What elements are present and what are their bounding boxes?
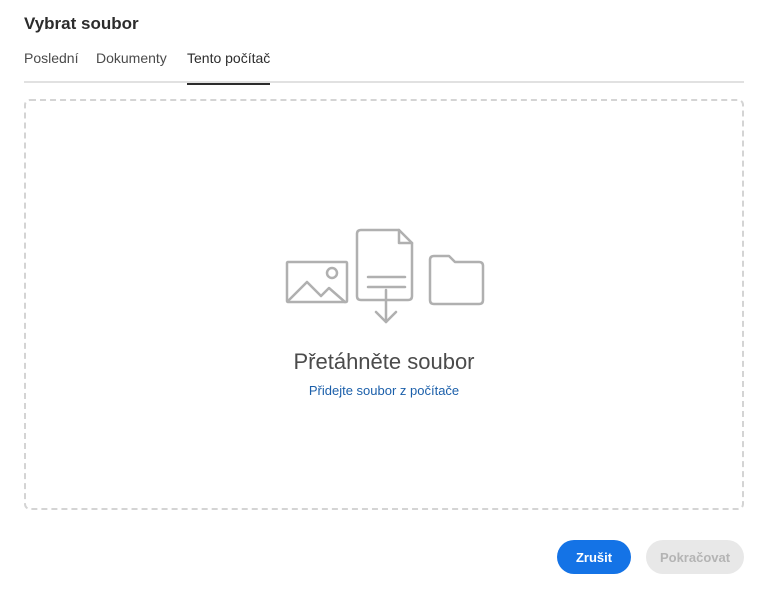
tab-documents[interactable]: Dokumenty [96,50,167,83]
dropzone-title: Přetáhněte soubor [293,349,475,374]
document-download-icon [355,228,414,324]
file-dropzone[interactable]: Přetáhněte soubor Přidejte soubor z počí… [24,99,744,510]
dropzone-illustration [285,228,485,324]
continue-button[interactable]: Pokračovat [646,540,744,574]
add-file-link[interactable]: Přidejte soubor z počítače [26,383,742,398]
image-icon [285,260,349,304]
tab-recent[interactable]: Poslední [24,50,78,83]
tab-bar: Poslední Dokumenty Tento počítač [24,50,744,85]
cancel-button[interactable]: Zrušit [557,540,631,574]
folder-icon [428,254,485,306]
dialog-title: Vybrat soubor [24,14,139,33]
tab-this-computer[interactable]: Tento počítač [187,50,271,85]
